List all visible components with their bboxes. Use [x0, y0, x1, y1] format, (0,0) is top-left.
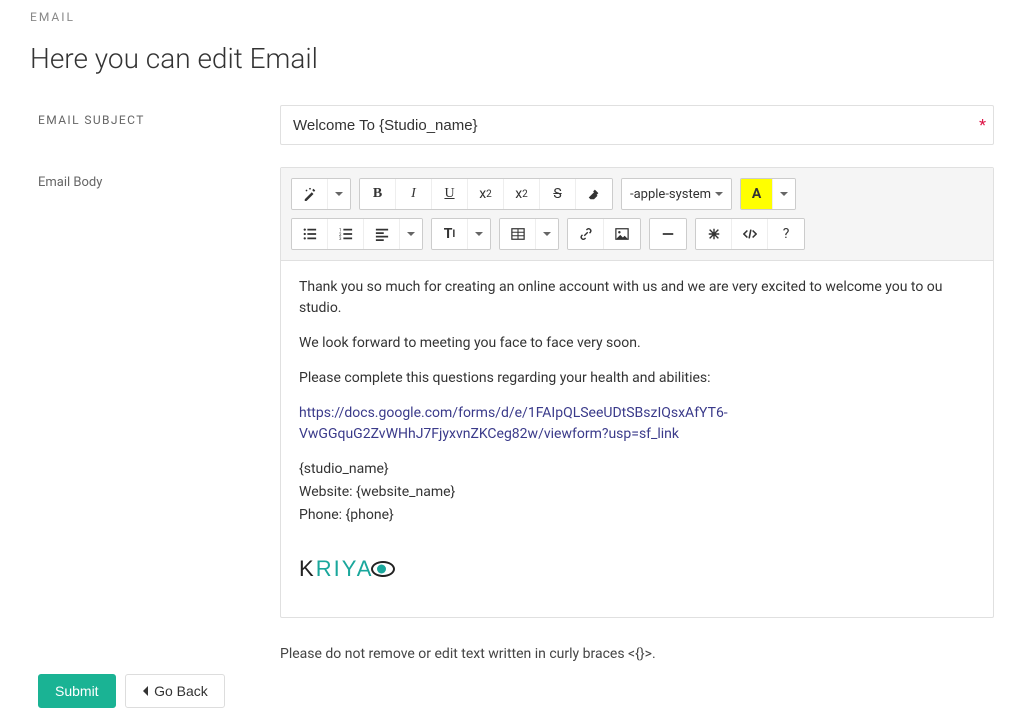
superscript-button[interactable]: x2: [468, 179, 504, 209]
arrows-out-icon: [707, 227, 721, 241]
code-icon: [743, 227, 757, 241]
clear-format-button[interactable]: [576, 179, 612, 209]
style-button[interactable]: [292, 179, 328, 209]
label-email-subject: EMAIL SUBJECT: [30, 105, 280, 127]
list-ul-icon: [303, 227, 317, 241]
row-email-body: Email Body B I: [30, 167, 994, 618]
unordered-list-button[interactable]: [292, 219, 328, 249]
table-button[interactable]: [500, 219, 536, 249]
body-paragraph: Thank you so much for creating an online…: [299, 277, 975, 319]
codeview-button[interactable]: [732, 219, 768, 249]
rich-text-editor: B I U x2 x2 S -apple-system: [280, 167, 994, 618]
go-back-button[interactable]: Go Back: [125, 674, 225, 708]
signature-line: Website: {website_name}: [299, 482, 975, 503]
svg-text:3: 3: [339, 237, 342, 241]
help-button[interactable]: ?: [768, 219, 804, 249]
signature-line: {studio_name}: [299, 459, 975, 480]
line-height-button[interactable]: TI: [432, 219, 468, 249]
image-icon: [615, 227, 629, 241]
ordered-list-button[interactable]: 123: [328, 219, 364, 249]
helper-text: Please do not remove or edit text writte…: [280, 640, 994, 662]
table-dropdown[interactable]: [536, 219, 558, 249]
editor-toolbar: B I U x2 x2 S -apple-system: [281, 168, 993, 261]
list-ol-icon: 123: [339, 227, 353, 241]
picture-button[interactable]: [604, 219, 640, 249]
eraser-icon: [587, 187, 601, 201]
strikethrough-button[interactable]: S: [540, 179, 576, 209]
hr-button[interactable]: [650, 219, 686, 249]
bold-button[interactable]: B: [360, 179, 396, 209]
style-dropdown[interactable]: [328, 179, 350, 209]
body-link[interactable]: https://docs.google.com/forms/d/e/1FAIpQ…: [299, 405, 728, 442]
link-icon: [579, 227, 593, 241]
row-email-subject: EMAIL SUBJECT *: [30, 105, 994, 145]
align-left-icon: [375, 227, 389, 241]
label-email-body: Email Body: [30, 167, 280, 190]
editor-content[interactable]: Thank you so much for creating an online…: [281, 261, 993, 617]
link-button[interactable]: [568, 219, 604, 249]
body-paragraph: Please complete this questions regarding…: [299, 368, 975, 389]
underline-button[interactable]: U: [432, 179, 468, 209]
subscript-button[interactable]: x2: [504, 179, 540, 209]
table-icon: [511, 227, 525, 241]
section-eyebrow: EMAIL: [30, 10, 994, 24]
font-color-dropdown[interactable]: [773, 179, 795, 209]
font-family-dropdown[interactable]: -apple-system: [622, 179, 731, 209]
paragraph-align-button[interactable]: [364, 219, 400, 249]
fullscreen-button[interactable]: [696, 219, 732, 249]
signature-line: Phone: {phone}: [299, 505, 975, 526]
line-height-dropdown[interactable]: [468, 219, 490, 249]
minus-icon: [661, 227, 675, 241]
body-paragraph: We look forward to meeting you face to f…: [299, 333, 975, 354]
submit-button[interactable]: Submit: [38, 674, 116, 708]
email-subject-input[interactable]: [280, 105, 994, 145]
logo-image: KRIYA: [299, 552, 395, 585]
magic-icon: [303, 187, 317, 201]
italic-button[interactable]: I: [396, 179, 432, 209]
page-title: Here you can edit Email: [30, 42, 994, 75]
eye-icon: [371, 561, 395, 577]
paragraph-align-dropdown[interactable]: [400, 219, 422, 249]
font-color-button[interactable]: A: [741, 179, 773, 209]
chevron-left-icon: [142, 686, 150, 696]
